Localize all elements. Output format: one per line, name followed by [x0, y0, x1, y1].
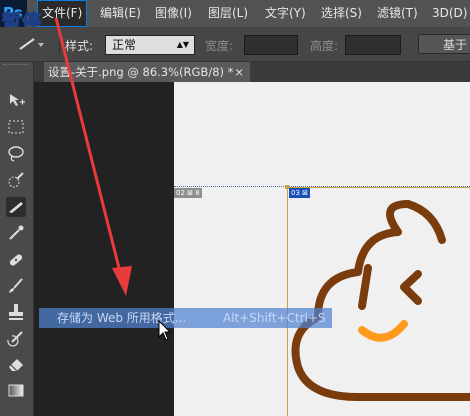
cursor-icon — [158, 320, 172, 341]
annotation-arrow-icon — [54, 17, 132, 296]
